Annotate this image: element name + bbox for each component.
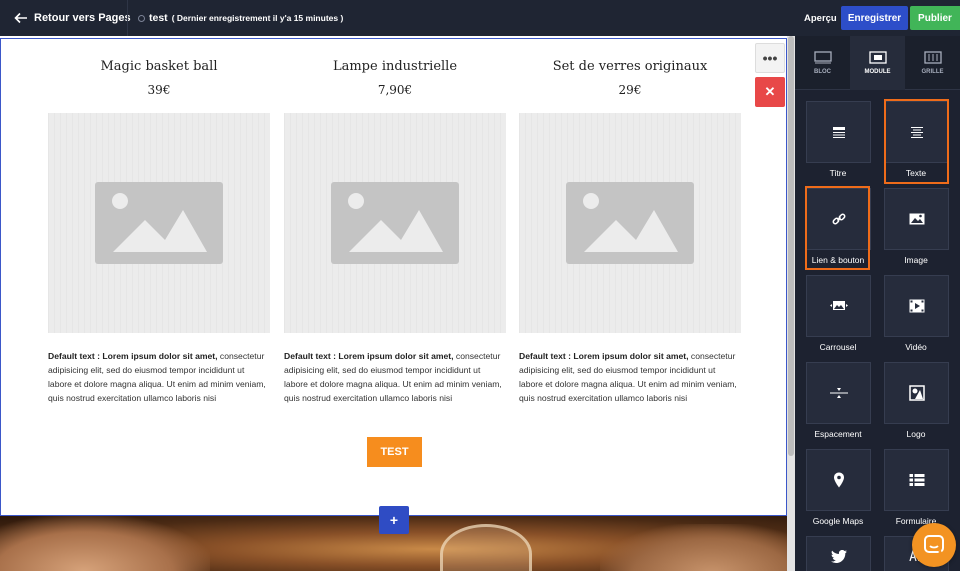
back-label: Retour vers Pages [34,12,131,24]
canvas-scrollbar-thumb[interactable] [788,36,794,456]
module-label: Google Maps [812,516,864,526]
module-label: Titre [829,168,847,178]
section-options-button[interactable]: ••• [755,43,785,73]
highlight-frame-texte [884,99,949,184]
product-price[interactable]: 7,90€ [284,83,506,97]
product-name[interactable]: Magic basket ball [48,59,270,74]
module-tile-logo[interactable] [884,362,949,424]
module-tile-google-maps[interactable] [806,449,871,511]
module-tile-formulaire[interactable] [884,449,949,511]
back-to-pages-link[interactable]: Retour vers Pages [14,0,131,36]
product-price[interactable]: 29€ [519,83,741,97]
description-bold: Default text : Lorem ipsum dolor sit ame… [284,351,454,361]
document-info: test ( Dernier enregistrement il y'a 15 … [138,0,343,36]
product-price[interactable]: 39€ [48,83,270,97]
module-tile-carrousel[interactable] [806,275,871,337]
tab-label: GRILLE [921,69,944,75]
save-status-dot-icon [138,14,145,22]
chat-icon [924,535,944,555]
title-icon [832,127,845,138]
grid-icon [923,51,942,64]
map-pin-icon [833,472,844,488]
module-label: Image [904,255,928,265]
product-name[interactable]: Set de verres originaux [519,59,741,74]
photo-detail [0,516,210,571]
highlight-frame-lien-bouton [805,186,870,270]
module-tile-twitter[interactable] [806,536,871,571]
chat-support-button[interactable] [912,523,956,567]
description-bold: Default text : Lorem ipsum dolor sit ame… [519,351,689,361]
product-image-placeholder[interactable] [48,113,270,333]
product-name[interactable]: Lampe industrielle [284,59,506,74]
module-icon [868,51,887,64]
tab-label: BLOC [814,69,831,75]
image-placeholder-icon [95,182,223,264]
panel-tabs: BLOC MODULE GRILLE [795,36,960,90]
section-delete-button[interactable]: ✕ [755,77,785,107]
twitter-icon [830,549,847,563]
photo-detail [440,524,532,571]
image-icon [909,213,924,225]
video-icon [909,299,924,313]
module-tile-image[interactable] [884,188,949,250]
preview-link[interactable]: Aperçu [804,0,837,36]
save-status-text: ( Dernier enregistrement il y'a 15 minut… [171,13,344,23]
product-description[interactable]: Default text : Lorem ipsum dolor sit ame… [48,349,270,405]
product-image-placeholder[interactable] [519,113,741,333]
product-image-placeholder[interactable] [284,113,506,333]
spacing-icon [829,388,848,398]
document-name[interactable]: test [149,12,168,24]
editor-canvas: Magic basket ball 39€ Default text : Lor… [0,36,790,571]
module-label: Logo [906,429,926,439]
logo-icon [908,385,925,401]
module-tile-espacement[interactable] [806,362,871,424]
form-icon [909,474,924,486]
module-label: Espacement [814,429,862,439]
module-tile-titre[interactable] [806,101,871,163]
products-section[interactable]: Magic basket ball 39€ Default text : Lor… [0,38,787,516]
block-icon [813,51,832,64]
description-bold: Default text : Lorem ipsum dolor sit ame… [48,351,218,361]
save-button[interactable]: Enregistrer [841,6,908,30]
module-label: Carrousel [819,342,857,352]
module-panel: BLOC MODULE GRILLE Titre Texte Lien & bo… [795,36,960,571]
product-description[interactable]: Default text : Lorem ipsum dolor sit ame… [284,349,506,405]
photo-detail [600,524,787,571]
tab-bloc[interactable]: BLOC [795,36,850,90]
module-label: Vidéo [905,342,927,352]
arrow-left-icon [14,12,27,24]
image-placeholder-icon [566,182,694,264]
module-tile-video[interactable] [884,275,949,337]
cta-button[interactable]: TEST [367,437,422,467]
product-description[interactable]: Default text : Lorem ipsum dolor sit ame… [519,349,741,405]
publish-button[interactable]: Publier [910,6,960,30]
image-placeholder-icon [331,182,459,264]
tab-module[interactable]: MODULE [850,36,905,90]
tab-label: MODULE [864,69,891,75]
top-bar: Retour vers Pages test ( Dernier enregis… [0,0,960,36]
carousel-icon [829,301,848,310]
tab-grille[interactable]: GRILLE [905,36,960,90]
add-section-button[interactable]: + [379,506,409,534]
divider [127,0,128,36]
